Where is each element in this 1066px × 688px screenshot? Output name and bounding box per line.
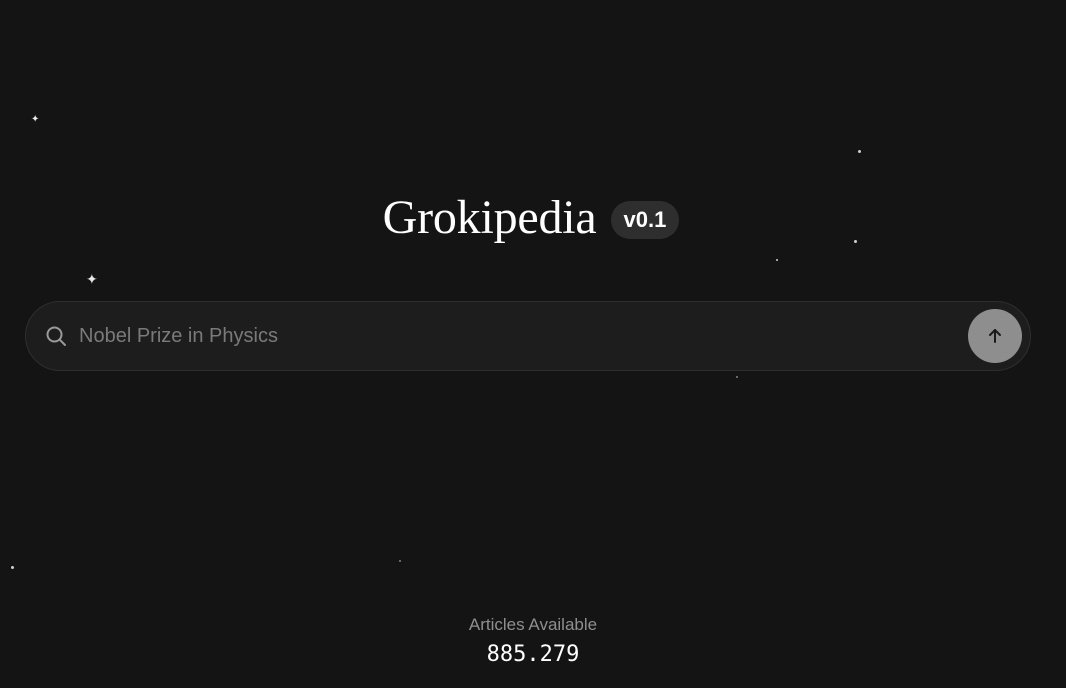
version-badge: v0.1 (610, 200, 680, 239)
sparkle-star-icon: ✦ (86, 272, 98, 288)
star-dot (11, 566, 14, 569)
sparkle-star-icon: ✦ (31, 114, 40, 125)
star-dot (776, 259, 778, 261)
articles-stats: Articles Available 885.279 (0, 614, 1066, 670)
brand-header: Grokipedia v0.1 (0, 190, 1066, 245)
search-bar (25, 301, 1031, 371)
search-icon (45, 325, 67, 347)
arrow-up-icon (989, 329, 1001, 343)
star-dot (736, 376, 738, 378)
site-title: Grokipedia (382, 191, 597, 244)
star-dot (858, 150, 861, 153)
articles-count: 885.279 (486, 642, 580, 667)
star-dot (399, 560, 401, 562)
submit-search-button[interactable] (968, 309, 1022, 363)
search-input[interactable] (79, 316, 968, 356)
articles-available-label: Articles Available (468, 615, 598, 634)
